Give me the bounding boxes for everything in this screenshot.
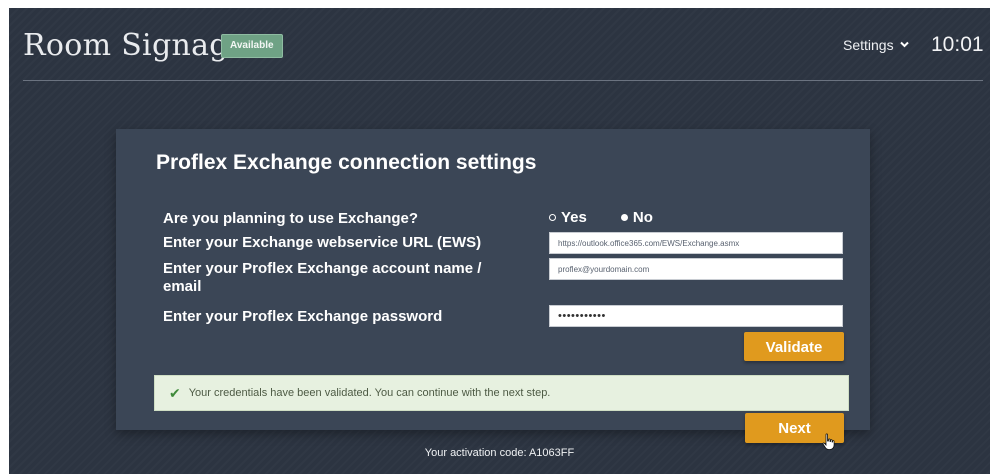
- activation-code: Your activation code: A1063FF: [424, 447, 575, 459]
- account-input[interactable]: [549, 258, 843, 280]
- radio-yes-dot: [549, 214, 556, 221]
- app-title: Room Signage: [23, 28, 247, 63]
- radio-yes-label: Yes: [561, 209, 587, 226]
- settings-label: Settings: [843, 37, 894, 53]
- radio-yes[interactable]: Yes: [549, 209, 587, 226]
- validate-button[interactable]: Validate: [744, 332, 844, 361]
- success-message: Your credentials have been validated. Yo…: [188, 387, 551, 399]
- chevron-down-icon: [899, 40, 909, 51]
- password-label: Enter your Proflex Exchange password: [163, 308, 443, 325]
- settings-menu-button[interactable]: Settings: [843, 37, 909, 53]
- radio-no-dot: [620, 214, 628, 221]
- account-label: Enter your Proflex Exchange account name…: [163, 260, 482, 295]
- ews-url-label: Enter your Exchange webservice URL (EWS): [163, 234, 482, 251]
- radio-no-label: No: [632, 209, 653, 226]
- check-icon: ✔: [169, 384, 181, 401]
- header-divider: [23, 80, 983, 81]
- clock: 10:01: [931, 33, 984, 56]
- status-badge: Available: [221, 34, 283, 58]
- card-title: Proflex Exchange connection settings: [156, 151, 537, 174]
- use-exchange-radio-group: Yes No: [549, 209, 653, 226]
- ews-url-input[interactable]: [549, 232, 843, 254]
- success-alert: ✔ Your credentials have been validated. …: [154, 375, 849, 411]
- connection-settings-card: Proflex Exchange connection settings Are…: [116, 129, 870, 430]
- radio-no[interactable]: No: [620, 209, 653, 226]
- password-input[interactable]: •••••••••••: [549, 305, 843, 327]
- app-screen: Room Signage Available Settings 10:01 Pr…: [9, 8, 990, 474]
- use-exchange-label: Are you planning to use Exchange?: [163, 210, 419, 227]
